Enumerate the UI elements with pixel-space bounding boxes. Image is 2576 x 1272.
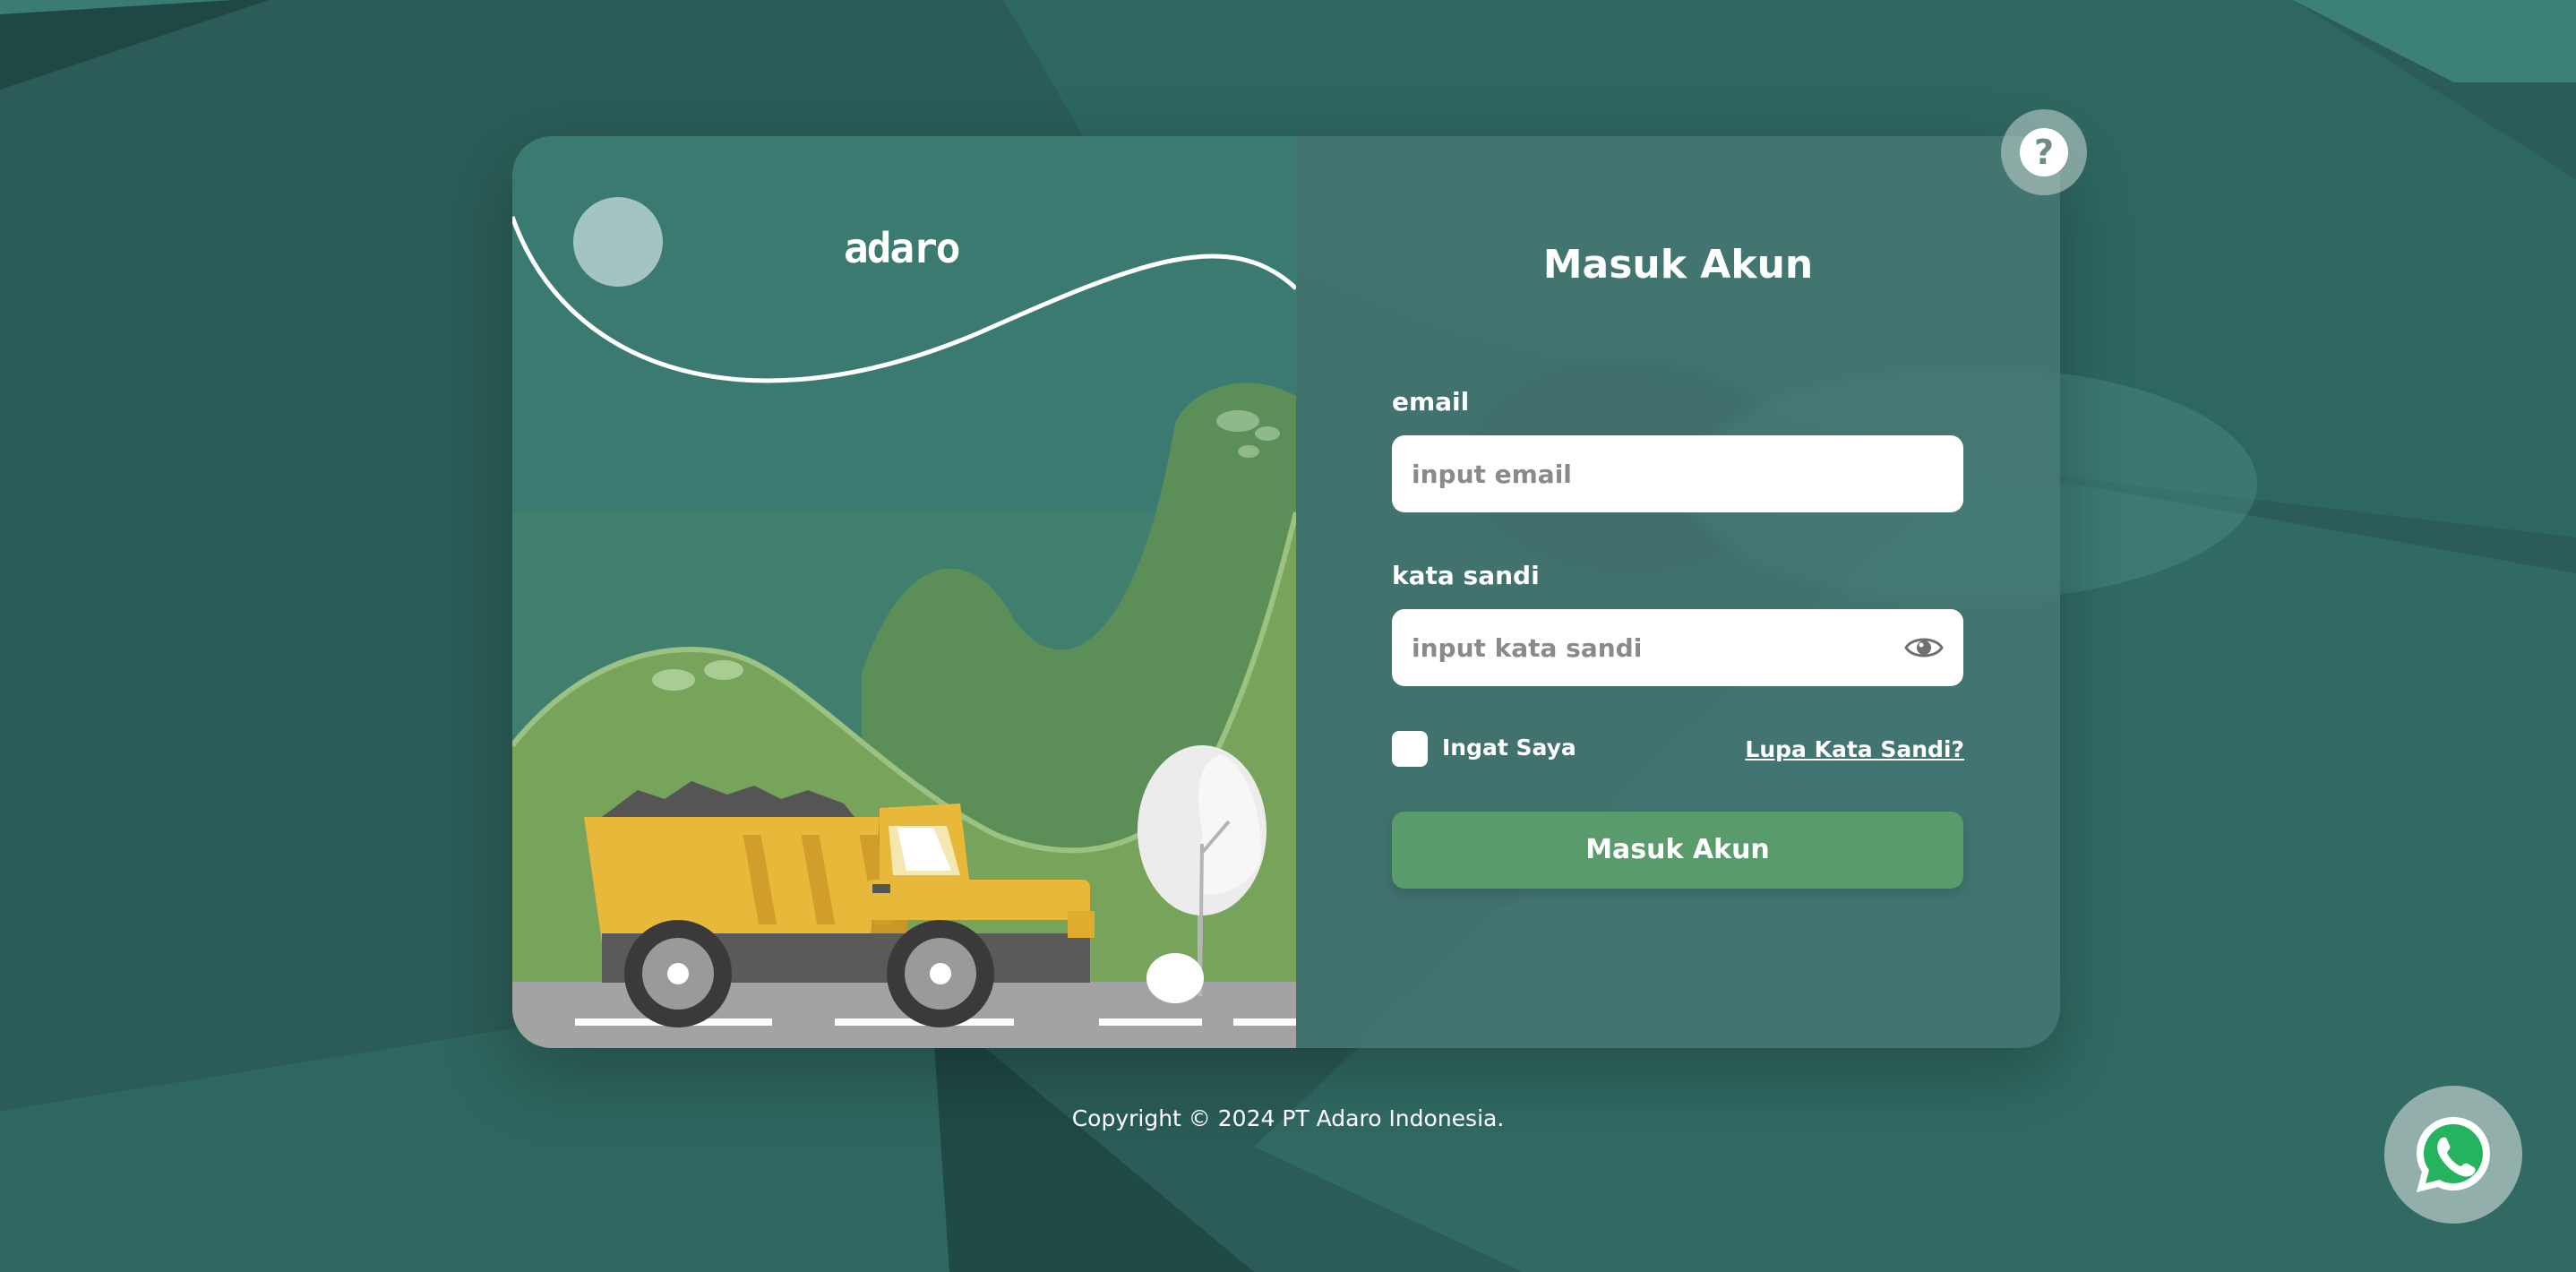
email-label: email	[1392, 387, 1470, 417]
whatsapp-chat-button[interactable]	[2384, 1086, 2522, 1224]
illustration-panel: adaro	[512, 136, 1296, 1048]
copyright-text: Copyright © 2024 PT Adaro Indonesia.	[1071, 1105, 1505, 1131]
page-title: Masuk Akun	[1542, 242, 1814, 288]
password-field[interactable]	[1392, 609, 1963, 686]
login-submit-button[interactable]: Masuk Akun	[1392, 812, 1963, 889]
adaro-logo: adaro	[844, 224, 960, 272]
whatsapp-icon	[2417, 1117, 2490, 1192]
question-circle-icon: ?	[2020, 128, 2068, 176]
email-field[interactable]	[1392, 435, 1963, 512]
forgot-password-link[interactable]: Lupa Kata Sandi?	[1745, 736, 1964, 762]
help-button[interactable]: ?	[2001, 109, 2087, 195]
login-form-panel: Masuk Akun email kata sandi Ingat Saya L…	[1296, 136, 2060, 1048]
remember-me-checkbox[interactable]	[1392, 731, 1428, 767]
eye-icon[interactable]	[1903, 632, 1945, 663]
remember-me-label: Ingat Saya	[1442, 735, 1576, 761]
mining-truck-illustration	[512, 136, 1296, 1048]
password-label: kata sandi	[1392, 561, 1540, 590]
login-card: adaro Masuk Akun email kata sandi Ingat …	[512, 136, 2060, 1048]
